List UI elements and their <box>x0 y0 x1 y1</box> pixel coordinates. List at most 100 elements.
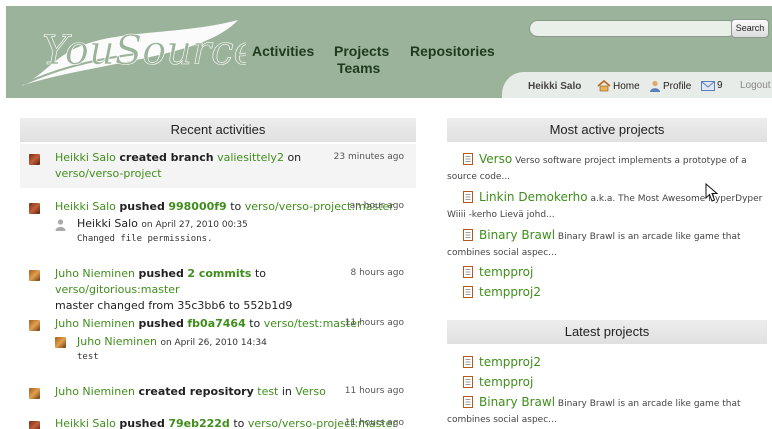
avatar[interactable] <box>29 154 40 165</box>
home-link[interactable]: Home <box>597 80 640 92</box>
home-icon <box>597 80 611 92</box>
site-header: YouSource Activities Projects Teams Repo… <box>6 6 772 98</box>
project-name[interactable]: Binary Brawl <box>479 395 555 409</box>
comment-avatar[interactable] <box>55 337 66 348</box>
project-name[interactable]: tempproj <box>479 375 533 389</box>
activity-target[interactable]: test <box>257 385 278 398</box>
activity-target[interactable]: 79eb222d <box>168 418 229 429</box>
activity-time: 11 hours ago <box>344 418 404 428</box>
logout-link[interactable]: Logout <box>740 80 771 91</box>
comment-date: on April 27, 2010 00:35 <box>141 220 248 230</box>
project-description: Binary Brawl is an arcade like game that <box>557 399 741 409</box>
project-icon <box>463 396 473 408</box>
user-bar: Heikki Salo Home Profile 9 Logout <box>502 72 772 98</box>
most-active-projects-heading: Most active projects <box>447 118 767 142</box>
project-description-cont: source code... <box>447 172 511 182</box>
activity-action: pushed <box>138 317 184 330</box>
activity-time: 11 hours ago <box>344 386 404 396</box>
activity-action: created branch <box>119 151 214 164</box>
project-item: Verso Verso software project implements … <box>447 151 763 182</box>
project-description: a.k.a. The Most Awesome HyperDyper <box>590 194 763 204</box>
activity-user[interactable]: Juho Nieminen <box>55 267 135 280</box>
activity-preposition: to <box>233 418 245 429</box>
activity-preposition: to <box>249 317 261 330</box>
current-user-name[interactable]: Heikki Salo <box>528 81 581 92</box>
avatar[interactable] <box>29 388 40 399</box>
project-description-cont: Wiiii -kerho Lievä johd... <box>447 210 555 220</box>
project-icon <box>463 356 473 368</box>
avatar[interactable] <box>29 421 40 429</box>
project-description-cont: combines social aspec... <box>447 415 557 425</box>
messages-link[interactable]: 9 <box>701 80 723 91</box>
project-item: tempproj2 <box>463 284 763 302</box>
project-icon <box>463 376 473 388</box>
project-icon <box>463 191 473 203</box>
avatar[interactable] <box>29 203 40 214</box>
activity-item: Heikki Salo created branch valiesittely2… <box>20 144 416 188</box>
activity-item: Heikki Salo pushed 998000f9 to verso/ver… <box>20 194 416 254</box>
project-icon <box>463 153 473 165</box>
search-input[interactable] <box>529 20 737 37</box>
activity-user[interactable]: Heikki Salo <box>55 200 116 213</box>
project-icon <box>463 229 473 241</box>
recent-activities-heading: Recent activities <box>20 118 416 142</box>
activity-target[interactable]: 2 commits <box>187 267 251 280</box>
project-item: tempproj2 <box>463 354 763 372</box>
project-item: Binary Brawl Binary Brawl is an arcade l… <box>447 227 763 258</box>
project-name[interactable]: tempproj <box>479 265 533 279</box>
profile-icon <box>650 80 660 92</box>
nav-projects[interactable]: Projects <box>334 43 389 59</box>
avatar[interactable] <box>29 320 40 331</box>
activity-user[interactable]: Juho Nieminen <box>55 317 135 330</box>
yousource-logo[interactable]: YouSource <box>16 14 246 94</box>
avatar[interactable] <box>29 270 40 281</box>
project-description-cont: combines social aspec... <box>447 248 557 258</box>
messages-count: 9 <box>717 80 723 91</box>
activity-target[interactable]: fb0a7464 <box>187 317 245 330</box>
activity-target[interactable]: 998000f9 <box>168 200 226 213</box>
search-button[interactable]: Search <box>731 19 769 38</box>
profile-link[interactable]: Profile <box>649 80 691 92</box>
activity-detail: master changed from 35c3bb6 to 552b1d9 <box>55 299 293 312</box>
project-name[interactable]: Linkin Demokerho <box>479 190 588 204</box>
project-item: Binary Brawl Binary Brawl is an arcade l… <box>447 394 763 425</box>
activity-item: Juho Nieminen created repository test in… <box>20 384 416 404</box>
svg-text:YouSource: YouSource <box>42 28 246 74</box>
activity-preposition: to <box>254 267 266 280</box>
nav-teams[interactable]: Teams <box>337 60 380 76</box>
nav-repositories[interactable]: Repositories <box>410 43 495 59</box>
activity-time: 11 hours ago <box>344 318 404 328</box>
project-description: Binary Brawl is an arcade like game that <box>557 232 741 242</box>
comment-author[interactable]: Juho Nieminen <box>77 335 157 348</box>
comment-author[interactable]: Heikki Salo <box>77 217 138 230</box>
comment-date: on April 26, 2010 14:34 <box>160 338 267 348</box>
latest-projects-heading: Latest projects <box>447 320 767 344</box>
activity-action: pushed <box>138 267 184 280</box>
activity-preposition: on <box>287 151 302 164</box>
project-icon <box>463 266 473 278</box>
activity-item: Juho Nieminen pushed fb0a7464 to verso/t… <box>20 314 416 374</box>
activity-repo[interactable]: verso/verso-project <box>55 167 162 180</box>
project-name[interactable]: tempproj2 <box>479 355 541 369</box>
activity-target[interactable]: valiesittely2 <box>217 151 284 164</box>
activity-action: created repository <box>138 385 254 398</box>
mouse-cursor-icon <box>705 183 719 202</box>
nav-activities[interactable]: Activities <box>252 43 314 59</box>
mail-icon <box>701 80 715 91</box>
activity-item: Heikki Salo pushed 79eb222d to verso/ver… <box>20 418 416 429</box>
activity-action: pushed <box>119 418 165 429</box>
comment-body: Changed file permissions. <box>77 234 213 244</box>
activity-repo[interactable]: Verso <box>295 385 325 398</box>
activity-repo[interactable]: verso/gitorious:master <box>55 283 180 296</box>
project-name[interactable]: tempproj2 <box>479 285 541 299</box>
project-name[interactable]: Binary Brawl <box>479 228 555 242</box>
project-name[interactable]: Verso <box>479 152 512 166</box>
activity-user[interactable]: Heikki Salo <box>55 151 116 164</box>
activity-user[interactable]: Juho Nieminen <box>55 385 135 398</box>
comment-body: test <box>77 352 99 362</box>
person-icon <box>55 219 66 231</box>
activity-user[interactable]: Heikki Salo <box>55 418 116 429</box>
home-label: Home <box>613 80 640 92</box>
project-icon <box>463 286 473 298</box>
activity-preposition: in <box>281 385 292 398</box>
